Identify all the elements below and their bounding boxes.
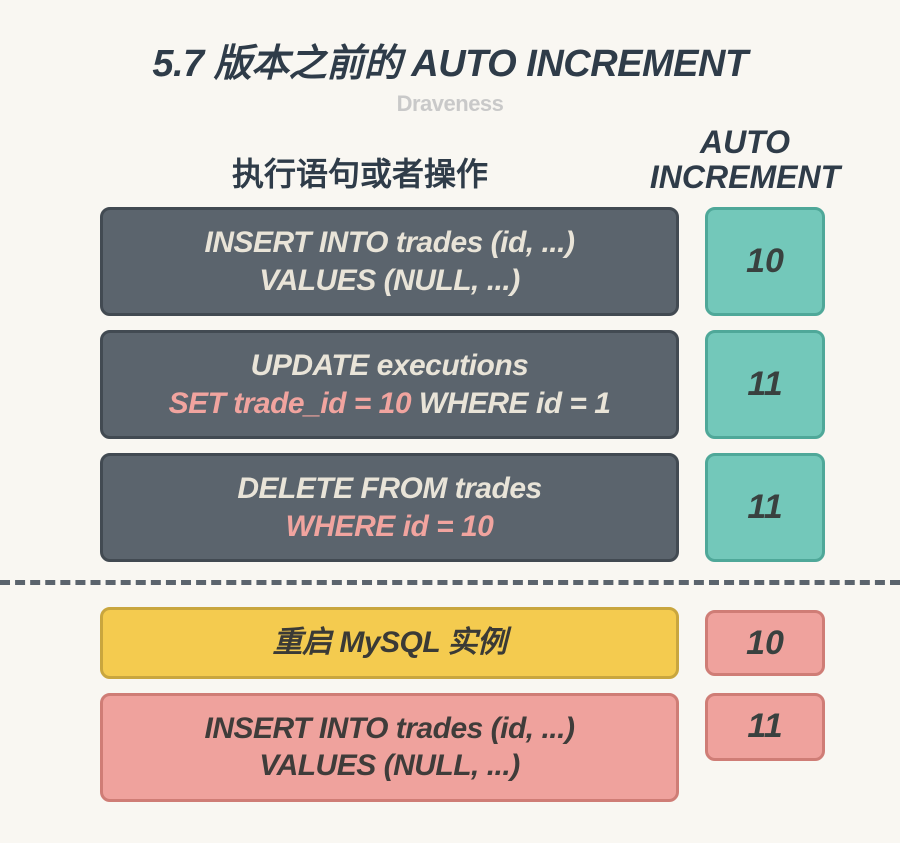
table-row: INSERT INTO trades (id, ...) VALUES (NUL… [100,207,900,316]
statement-text: VALUES (NULL, ...) [259,749,519,782]
statement-text: WHERE id = 1 [411,387,610,420]
autoincrement-value: 11 [705,453,825,562]
autoincrement-value: 11 [705,693,825,761]
diagram-subtitle: Draveness [0,91,900,117]
table-row: UPDATE executions SET trade_id = 10 WHER… [100,330,900,439]
divider [0,580,900,585]
statement-insert-1: INSERT INTO trades (id, ...) VALUES (NUL… [100,207,679,316]
statement-text: INSERT INTO trades (id, ...) [205,712,575,745]
statement-text: UPDATE executions [251,349,529,382]
column-header-line2: INCREMENT [650,159,840,195]
table-row: DELETE FROM trades WHERE id = 10 11 [100,453,900,562]
diagram-title: 5.7 版本之前的 AUTO INCREMENT [0,32,900,87]
statement-highlight: SET trade_id = 10 [169,387,411,420]
statement-text: INSERT INTO trades (id, ...) [205,226,575,259]
statement-restart: 重启 MySQL 实例 [100,607,679,679]
autoincrement-value: 10 [705,610,825,676]
statement-text: VALUES (NULL, ...) [259,264,519,297]
autoincrement-value: 10 [705,207,825,316]
statement-update: UPDATE executions SET trade_id = 10 WHER… [100,330,679,439]
table-row: INSERT INTO trades (id, ...) VALUES (NUL… [100,693,900,802]
table-row: 重启 MySQL 实例 10 [100,607,900,679]
statement-highlight: WHERE id = 10 [286,510,494,543]
column-header-line1: AUTO [700,124,790,160]
statement-delete: DELETE FROM trades WHERE id = 10 [100,453,679,562]
autoincrement-value: 11 [705,330,825,439]
column-header-statement: 执行语句或者操作 [100,149,630,195]
statement-text: 重启 MySQL 实例 [273,626,507,659]
statement-insert-2: INSERT INTO trades (id, ...) VALUES (NUL… [100,693,679,802]
statement-text: DELETE FROM trades [237,472,541,505]
column-header-autoincrement: AUTO INCREMENT [630,125,860,195]
